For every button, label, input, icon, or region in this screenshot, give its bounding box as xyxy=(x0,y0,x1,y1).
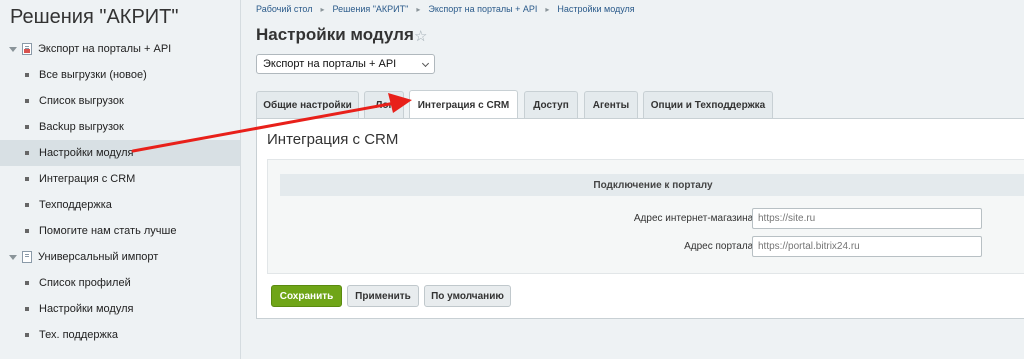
portal-url-label: Адрес портала: xyxy=(684,241,756,252)
menu-item-label: Настройки модуля xyxy=(39,147,134,159)
tab-agents[interactable]: Агенты xyxy=(584,91,638,118)
breadcrumb-item[interactable]: Экспорт на порталы + API xyxy=(428,4,537,14)
form-row-portal-url: Адрес портала: xyxy=(268,236,1024,258)
main-content: Рабочий стол ▸ Решения "АКРИТ" ▸ Экспорт… xyxy=(241,0,1024,359)
chevron-down-icon[interactable] xyxy=(9,254,17,260)
menu-group-label: Универсальный импорт xyxy=(38,251,159,263)
bullet-icon xyxy=(25,177,29,181)
bullet-icon xyxy=(25,203,29,207)
settings-panel: Интеграция с CRM Подключение к порталу А… xyxy=(256,118,1024,319)
chevron-down-icon[interactable] xyxy=(9,46,17,52)
tab-crm-integration[interactable]: Интеграция с CRM xyxy=(409,90,518,119)
portal-url-input[interactable] xyxy=(752,236,982,257)
bullet-icon xyxy=(25,99,29,103)
menu-item-label: Техподдержка xyxy=(39,199,112,211)
menu-item-label: Backup выгрузок xyxy=(39,121,124,133)
bullet-icon xyxy=(25,333,29,337)
tab-options-support[interactable]: Опции и Техподдержка xyxy=(643,91,773,118)
menu-item-label: Настройки модуля xyxy=(39,303,134,315)
menu-group-label: Экспорт на порталы + API xyxy=(38,43,172,55)
menu-item-label: Тех. поддержка xyxy=(39,329,119,341)
import-module-icon xyxy=(22,251,32,263)
breadcrumb-item[interactable]: Настройки модуля xyxy=(557,4,634,14)
tab-general[interactable]: Общие настройки xyxy=(256,91,359,118)
breadcrumb-separator-icon: ▸ xyxy=(416,4,421,14)
tab-access[interactable]: Доступ xyxy=(524,91,578,118)
default-button[interactable]: По умолчанию xyxy=(424,285,511,307)
breadcrumb: Рабочий стол ▸ Решения "АКРИТ" ▸ Экспорт… xyxy=(256,4,635,14)
bullet-icon xyxy=(25,307,29,311)
menu-item-label: Список профилей xyxy=(39,277,131,289)
bullet-icon xyxy=(25,151,29,155)
tab-log[interactable]: Лог xyxy=(364,91,404,118)
sidebar-title: Решения "АКРИТ" xyxy=(10,6,179,28)
section-header: Подключение к порталу xyxy=(280,174,1024,196)
menu-item-import-settings[interactable]: Настройки модуля xyxy=(0,296,240,322)
apply-button[interactable]: Применить xyxy=(347,285,419,307)
star-icon[interactable]: ☆ xyxy=(414,27,427,45)
sidebar-menu: Экспорт на порталы + API Все выгрузки (н… xyxy=(0,36,240,348)
menu-item-tech-support[interactable]: Тех. поддержка xyxy=(0,322,240,348)
menu-item-label: Интеграция с CRM xyxy=(39,173,136,185)
module-select[interactable]: Экспорт на порталы + API xyxy=(256,54,435,74)
menu-item-backup[interactable]: Backup выгрузок xyxy=(0,114,240,140)
menu-item-support[interactable]: Техподдержка xyxy=(0,192,240,218)
breadcrumb-separator-icon: ▸ xyxy=(320,4,325,14)
bullet-icon xyxy=(25,73,29,77)
module-select-value: Экспорт на порталы + API xyxy=(263,58,397,70)
form-row-shop-url: Адрес интернет-магазина: xyxy=(268,208,1024,230)
export-module-icon xyxy=(22,43,32,55)
shop-url-input[interactable] xyxy=(752,208,982,229)
breadcrumb-item[interactable]: Рабочий стол xyxy=(256,4,313,14)
bullet-icon xyxy=(25,125,29,129)
save-button[interactable]: Сохранить xyxy=(271,285,342,307)
chevron-down-icon xyxy=(421,59,430,68)
sidebar: Решения "АКРИТ" Экспорт на порталы + API… xyxy=(0,0,241,359)
menu-item-label: Все выгрузки (новое) xyxy=(39,69,147,81)
menu-item-label: Список выгрузок xyxy=(39,95,124,107)
breadcrumb-separator-icon: ▸ xyxy=(545,4,550,14)
menu-group-import[interactable]: Универсальный импорт xyxy=(0,244,240,270)
breadcrumb-item[interactable]: Решения "АКРИТ" xyxy=(333,4,409,14)
menu-item-export-list[interactable]: Список выгрузок xyxy=(0,88,240,114)
shop-url-label: Адрес интернет-магазина: xyxy=(633,213,756,224)
menu-item-feedback[interactable]: Помогите нам стать лучше xyxy=(0,218,240,244)
menu-item-all-exports[interactable]: Все выгрузки (новое) xyxy=(0,62,240,88)
menu-item-label: Помогите нам стать лучше xyxy=(39,225,177,237)
menu-item-module-settings[interactable]: Настройки модуля xyxy=(0,140,240,166)
panel-title: Интеграция с CRM xyxy=(267,131,399,148)
menu-item-crm-integration[interactable]: Интеграция с CRM xyxy=(0,166,240,192)
connection-form: Подключение к порталу Адрес интернет-маг… xyxy=(267,159,1024,274)
menu-group-export[interactable]: Экспорт на порталы + API xyxy=(0,36,240,62)
bullet-icon xyxy=(25,281,29,285)
bullet-icon xyxy=(25,229,29,233)
page-title: Настройки модуля xyxy=(256,25,414,44)
menu-item-profile-list[interactable]: Список профилей xyxy=(0,270,240,296)
